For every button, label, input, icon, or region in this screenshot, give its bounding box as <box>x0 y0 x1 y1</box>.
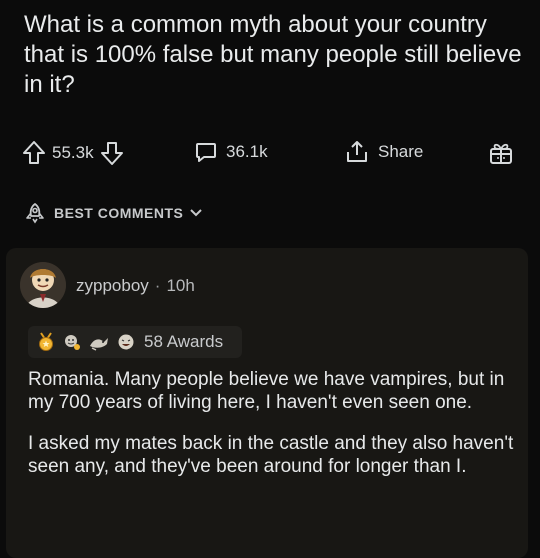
share-button[interactable]: Share <box>344 140 423 164</box>
upvote-count: 55.3k <box>52 143 94 162</box>
meta-separator: · <box>154 276 161 295</box>
post-title: What is a common myth about your country… <box>24 11 522 98</box>
gold-medal-award-icon <box>36 332 56 352</box>
comment-sort-dropdown[interactable]: BEST COMMENTS <box>24 200 203 226</box>
laughing-face-award-icon <box>116 332 136 352</box>
downvote-icon[interactable] <box>100 140 124 166</box>
comment-paragraph: I asked my mates back in the castle and … <box>28 433 514 477</box>
comment-count: 36.1k <box>226 142 268 161</box>
vote-group: 55.3k <box>22 140 124 166</box>
share-label: Share <box>378 142 424 161</box>
chevron-down-icon <box>189 208 203 218</box>
upvote-icon[interactable] <box>22 140 46 166</box>
comments-button[interactable]: 36.1k <box>194 140 268 164</box>
avatar[interactable] <box>20 262 66 308</box>
comment-author[interactable]: zyppoboy <box>76 276 149 295</box>
comment-card: zyppoboy · 10h 58 Awards Romania. Many p… <box>6 248 528 558</box>
sort-rocket-icon <box>24 202 46 224</box>
comment-meta: zyppoboy · 10h <box>76 276 195 296</box>
comment-paragraph: Romania. Many people believe we have vam… <box>28 369 505 413</box>
wholesome-award-icon <box>62 332 82 352</box>
share-icon <box>344 140 370 164</box>
award-gift-icon[interactable] <box>488 140 514 166</box>
bird-award-icon <box>88 332 110 352</box>
comment-age: 10h <box>166 276 195 295</box>
sort-label: BEST COMMENTS <box>54 205 184 221</box>
awards-count-label: 58 Awards <box>144 332 224 351</box>
post-action-bar: 55.3k 36.1k Share <box>22 138 528 168</box>
awards-row[interactable]: 58 Awards <box>28 326 242 358</box>
comment-icon <box>194 140 218 164</box>
comment-body: Romania. Many people believe we have vam… <box>28 368 528 496</box>
